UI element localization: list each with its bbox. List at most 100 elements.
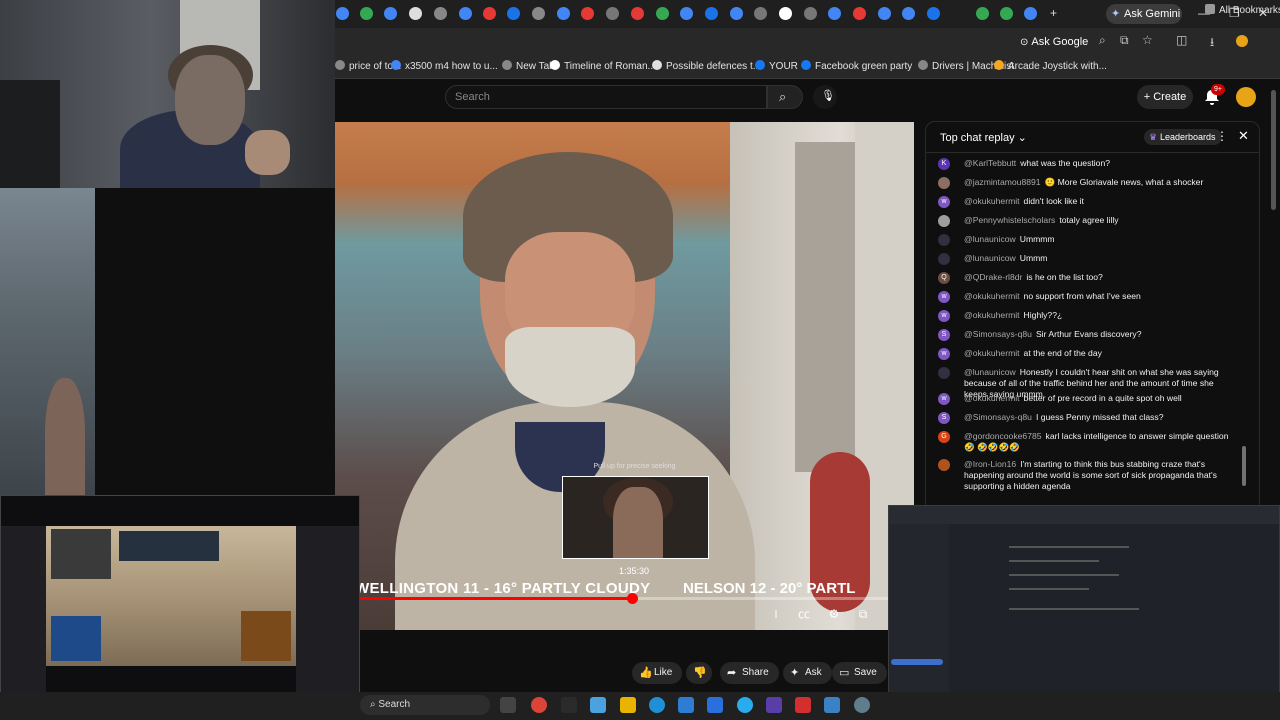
search-button[interactable]: ⌕ — [767, 85, 803, 109]
extensions-icon[interactable]: ◫ — [1176, 33, 1187, 47]
chrome-icon[interactable] — [531, 697, 547, 713]
bookmark-star-icon[interactable]: ☆ — [1142, 33, 1153, 47]
app-icon[interactable] — [707, 697, 723, 713]
app-icon[interactable] — [590, 697, 606, 713]
chat-author[interactable]: @Simonsays-q8u — [964, 412, 1032, 422]
close-chat-icon[interactable]: ✕ — [1238, 128, 1249, 144]
ask-gemini-button[interactable]: ✦ Ask Gemini — [1106, 4, 1182, 24]
browser-tab[interactable] — [434, 7, 447, 20]
user-avatar[interactable] — [1236, 87, 1256, 107]
chat-avatar[interactable]: w — [938, 310, 950, 322]
chat-author[interactable]: @okukuhermit — [964, 310, 1020, 320]
zoom-icon[interactable]: ⌕ — [1099, 33, 1106, 48]
task-view-icon[interactable] — [500, 697, 516, 713]
bookmark-item[interactable]: Possible defences t... — [652, 59, 761, 75]
telegram-icon[interactable] — [737, 697, 753, 713]
browser-tab[interactable] — [507, 7, 520, 20]
browser-tab[interactable] — [1000, 7, 1013, 20]
bookmark-item[interactable]: New Tab — [502, 59, 555, 75]
chat-author[interactable]: @okukuhermit — [964, 348, 1020, 358]
app-icon[interactable] — [678, 697, 694, 713]
browser-tab[interactable] — [532, 7, 545, 20]
browser-tab[interactable] — [828, 7, 841, 20]
bookmark-item[interactable]: YOUR — [755, 59, 798, 75]
browser-tab[interactable] — [606, 7, 619, 20]
autoplay-toggle-icon[interactable]: ⏽ — [768, 606, 784, 622]
browser-tab[interactable] — [804, 7, 817, 20]
file-explorer-icon[interactable] — [620, 697, 636, 713]
chat-avatar[interactable] — [938, 234, 950, 246]
browser-tab[interactable] — [779, 7, 792, 20]
save-button[interactable]: ▭ Save — [832, 662, 887, 684]
settings-icon[interactable] — [854, 697, 870, 713]
chat-avatar[interactable]: G — [938, 431, 950, 443]
captions-icon[interactable]: ㏄ — [796, 606, 812, 622]
leaderboards-button[interactable]: ♛ Leaderboards — [1144, 129, 1222, 145]
browser-tab[interactable] — [384, 7, 397, 20]
browser-tab[interactable] — [631, 7, 644, 20]
profile-icon[interactable] — [1236, 35, 1248, 47]
page-scrollbar[interactable] — [1271, 90, 1276, 210]
browser-tab[interactable] — [976, 7, 989, 20]
chat-author[interactable]: @KarlTebbutt — [964, 158, 1016, 168]
browser-tab[interactable] — [878, 7, 891, 20]
bookmark-item[interactable]: Timeline of Roman... — [550, 59, 656, 75]
dislike-button[interactable]: 👎 — [686, 662, 712, 684]
browser-tab[interactable] — [409, 7, 422, 20]
chat-scroll-thumb[interactable] — [1242, 446, 1246, 486]
chat-avatar[interactable] — [938, 177, 950, 189]
chat-author[interactable]: @lunaunicow — [964, 234, 1016, 244]
like-button[interactable]: 👍 Like — [632, 662, 683, 684]
install-icon[interactable]: ⧉ — [1120, 33, 1129, 48]
new-tab-icon[interactable]: + — [1050, 6, 1057, 20]
browser-tab[interactable] — [336, 7, 349, 20]
edge-icon[interactable] — [649, 697, 665, 713]
app-icon[interactable] — [795, 697, 811, 713]
chat-avatar[interactable] — [938, 215, 950, 227]
ask-button[interactable]: ✦ Ask — [783, 662, 832, 684]
app-icon[interactable] — [766, 697, 782, 713]
create-button[interactable]: + Create — [1137, 85, 1193, 109]
chat-author[interactable]: @jazmintamou8891 — [964, 177, 1041, 187]
browser-tab[interactable] — [705, 7, 718, 20]
chat-author[interactable]: @okukuhermit — [964, 196, 1020, 206]
chat-author[interactable]: @Pennywhistelscholars — [964, 215, 1055, 225]
chat-author[interactable]: @okukuhermit — [964, 393, 1020, 403]
chat-avatar[interactable]: K — [938, 158, 950, 170]
browser-tab[interactable] — [853, 7, 866, 20]
chat-author[interactable]: @okukuhermit — [964, 291, 1020, 301]
settings-gear-icon[interactable]: ⚙ — [826, 606, 842, 622]
chat-avatar[interactable]: w — [938, 291, 950, 303]
search-input[interactable]: Search — [445, 85, 767, 109]
chat-scrollbar[interactable] — [1242, 156, 1246, 486]
browser-tab[interactable] — [360, 7, 373, 20]
chat-author[interactable]: @Iron-Lion16 — [964, 459, 1016, 469]
ask-google-button[interactable]: ⊙ Ask Google — [1020, 34, 1092, 50]
chat-mode-dropdown[interactable]: Top chat replay ⌄ — [940, 131, 1027, 144]
taskbar-search[interactable]: ⌕ Search — [360, 695, 490, 715]
all-bookmarks-button[interactable]: All Bookmarks — [1205, 3, 1280, 19]
browser-tab[interactable] — [754, 7, 767, 20]
chat-author[interactable]: @lunaunicow — [964, 253, 1016, 263]
browser-tab[interactable] — [483, 7, 496, 20]
voice-search-button[interactable]: 🎙 — [813, 85, 837, 109]
bookmark-item[interactable]: Arcade Joystick with... — [994, 59, 1107, 75]
chat-author[interactable]: @QDrake-rl8dr — [964, 272, 1022, 282]
miniplayer-icon[interactable]: ⧉ — [855, 606, 871, 622]
chat-author[interactable]: @Simonsays-q8u — [964, 329, 1032, 339]
download-icon[interactable]: ⭳ — [1210, 33, 1214, 54]
chat-author[interactable]: @lunaunicow — [964, 367, 1016, 377]
chat-avatar[interactable] — [938, 253, 950, 265]
chat-avatar[interactable]: S — [938, 329, 950, 341]
chat-avatar[interactable]: w — [938, 393, 950, 405]
chat-avatar[interactable]: w — [938, 196, 950, 208]
browser-tab[interactable] — [1024, 7, 1037, 20]
chat-author[interactable]: @gordoncooke6785 — [964, 431, 1042, 441]
chat-avatar[interactable]: w — [938, 348, 950, 360]
browser-tab[interactable] — [680, 7, 693, 20]
app-icon[interactable] — [561, 697, 577, 713]
bookmark-item[interactable]: Facebook green party — [801, 59, 912, 75]
bookmark-item[interactable]: x3500 m4 how to u... — [391, 59, 498, 75]
app-icon[interactable] — [824, 697, 840, 713]
chat-avatar[interactable]: S — [938, 412, 950, 424]
